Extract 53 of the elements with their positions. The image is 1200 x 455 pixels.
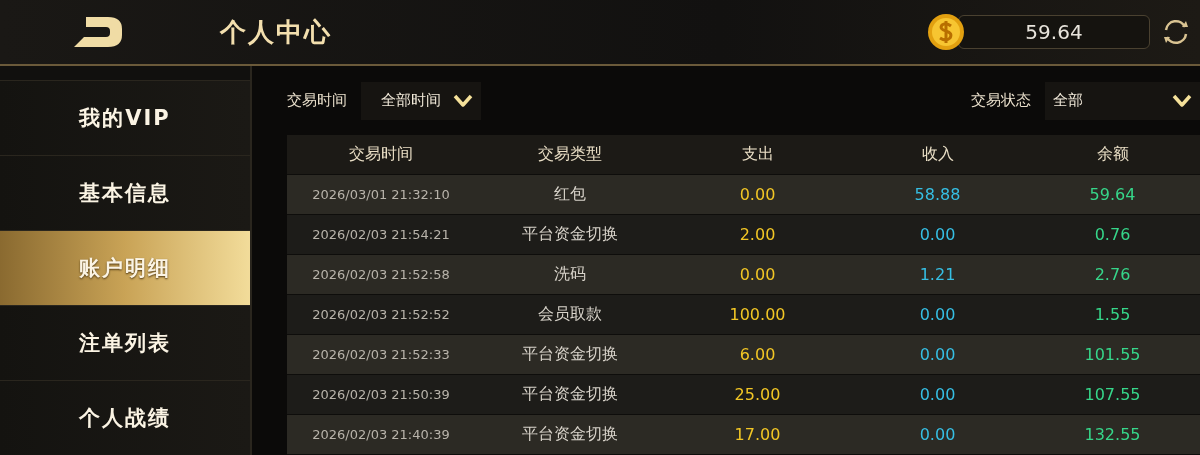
table-cell-text: 100.00 [728,305,787,324]
column-header: 交易类型 [537,144,603,165]
table-cell-text: 红包 [553,184,587,205]
column-header: 收入 [920,144,955,165]
table-cell-text: 0.00 [738,185,777,204]
table-cell-text: 2.76 [1093,265,1132,284]
table-cell-text: 1.55 [1093,305,1132,324]
table-cell-text: 25.00 [733,385,782,404]
table-cell-text: 2.00 [738,225,777,244]
table-cell-text: 0.00 [918,345,957,364]
page-title: 个人中心 [220,15,332,49]
filter-dropdown[interactable]: 全部 [1045,81,1200,120]
chevron-icon [453,93,473,108]
table-cell-text: 6.00 [738,345,777,364]
balance-display: 59.64 [958,15,1150,49]
table-cell-text: 平台资金切换 [521,344,619,365]
table-cell-text: 会员取款 [537,304,603,325]
table-cell-text: 2026/02/03 21:52:52 [311,307,451,322]
table-cell-text: 132.55 [1083,425,1142,444]
table-cell-text: 平台资金切换 [521,224,619,245]
table-cell-text: 17.00 [733,425,782,444]
table-cell-text: 0.00 [738,265,777,284]
filter-label: 交易状态 [971,91,1031,110]
table-cell-text: 101.55 [1083,345,1142,364]
sidebar-item[interactable]: 基本信息 [0,155,250,230]
table-cell-text: 平台资金切换 [521,384,619,405]
sidebar-item[interactable]: 注单列表 [0,305,250,380]
sidebar-item[interactable]: 我的VIP [0,80,250,155]
table-cell-text: 洗码 [553,264,587,285]
sidebar-item[interactable]: 个人战绩 [0,380,250,455]
table-cell-text: 2026/03/01 21:32:10 [311,187,451,202]
table-cell-text: 2026/02/03 21:50:39 [311,387,451,402]
table-cell-text: 0.00 [918,425,957,444]
table-cell-text: 58.88 [913,185,962,204]
table-cell-text: 0.76 [1093,225,1132,244]
table-cell-text: 2026/02/03 21:54:21 [311,227,451,242]
column-header: 余额 [1095,144,1130,165]
table-cell-text: 0.00 [918,225,957,244]
table-cell-text: 107.55 [1083,385,1142,404]
table-cell-text: 2026/02/03 21:52:58 [311,267,451,282]
chevron-icon [1172,93,1192,108]
table-cell-text: 0.00 [918,305,957,324]
table-cell-text: 2026/02/03 21:52:33 [311,347,451,362]
table-cell-text: 平台资金切换 [521,424,619,445]
column-header: 交易时间 [348,144,414,165]
filter-label: 交易时间 [287,91,347,110]
coin-icon [926,12,966,52]
filter-dropdown[interactable]: 全部时间 [361,81,481,120]
column-header: 支出 [740,144,775,165]
table-cell-text: 59.64 [1088,185,1137,204]
table-cell-text: 2026/02/03 21:40:39 [311,427,451,442]
table-cell-text: 1.21 [918,265,957,284]
table-cell-text: 0.00 [918,385,957,404]
